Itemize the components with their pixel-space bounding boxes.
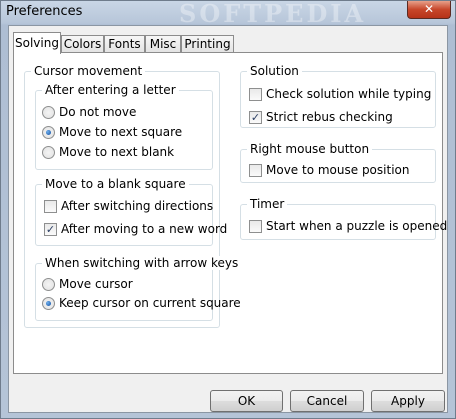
right-mouse-button-group: Right mouse button Move to mouse positio… [240,142,436,183]
cursor-movement-group: Cursor movement After entering a letter … [24,64,242,328]
radio-keep-cursor-indicator[interactable] [42,297,55,310]
arrow-keys-label: When switching with arrow keys [42,256,242,270]
checkbox-after-switching-directions-box[interactable] [44,200,57,213]
after-entering-letter-label: After entering a letter [42,83,179,97]
tab-solving[interactable]: Solving [13,32,61,54]
check-mark-icon: ✓ [250,111,261,124]
checkbox-start-timer-box[interactable] [249,220,262,233]
title-bar[interactable]: Preferences SOFTPEDIA ✕ [1,0,455,28]
tab-misc[interactable]: Misc [145,35,181,53]
solving-tab-panel: Cursor movement After entering a letter … [13,52,447,374]
move-to-blank-square-group: Move to a blank square After switching d… [35,177,227,246]
close-button[interactable]: ✕ [407,1,451,19]
tab-colors[interactable]: Colors [61,35,104,53]
checkbox-strict-rebus-box[interactable]: ✓ [249,111,262,124]
arrow-keys-group: When switching with arrow keys Move curs… [35,256,242,321]
radio-move-cursor-indicator[interactable] [42,278,55,291]
preferences-window: Preferences SOFTPEDIA ✕ Solving Colors F… [0,0,456,419]
right-mouse-button-label: Right mouse button [247,142,373,156]
softpedia-watermark: SOFTPEDIA [179,0,367,28]
move-to-blank-square-label: Move to a blank square [42,177,189,191]
dialog-client-area: Solving Colors Fonts Misc Printing Curso… [8,25,448,413]
radio-move-to-next-square-indicator[interactable] [42,126,55,139]
ok-button[interactable]: OK [210,390,283,412]
check-mark-icon: ✓ [45,223,56,236]
window-title: Preferences [6,4,83,19]
timer-group: Timer Start when a puzzle is opened [240,197,447,240]
solution-label: Solution [247,64,302,78]
checkbox-check-solution-typing-box[interactable] [249,88,262,101]
solution-group: Solution Check solution while typing ✓ S… [240,64,436,128]
apply-button[interactable]: Apply [371,390,445,412]
close-icon: ✕ [423,2,435,16]
checkbox-move-to-mouse-box[interactable] [249,164,262,177]
timer-label: Timer [247,197,288,211]
tab-printing[interactable]: Printing [181,35,234,53]
cancel-button[interactable]: Cancel [290,390,364,412]
cursor-movement-label: Cursor movement [31,64,146,78]
checkbox-after-moving-new-word-box[interactable]: ✓ [44,223,57,236]
radio-do-not-move-indicator[interactable] [42,106,55,119]
after-entering-letter-group: After entering a letter Do not move Move… [35,83,213,170]
tab-fonts[interactable]: Fonts [104,35,145,53]
radio-move-to-next-blank-indicator[interactable] [42,146,55,159]
